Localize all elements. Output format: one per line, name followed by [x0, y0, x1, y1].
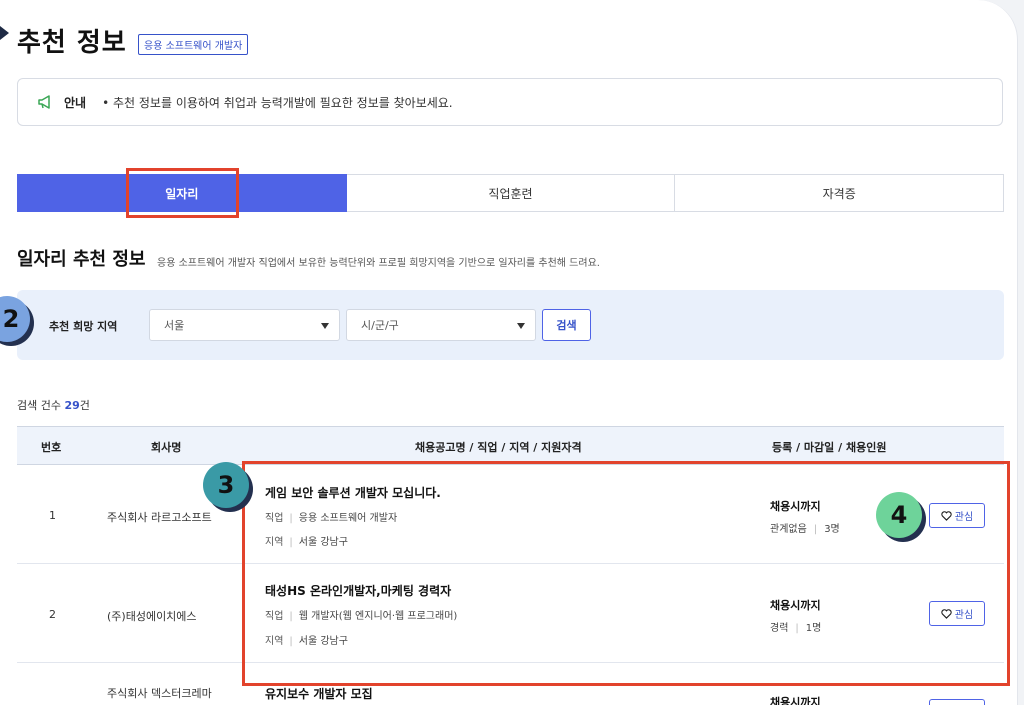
region-select[interactable]: 서울 [149, 309, 340, 341]
megaphone-icon [38, 95, 50, 109]
region-filter: 추천 희망 지역 서울 시/군/구 검색 [17, 290, 1004, 360]
row-number: 1 [49, 509, 56, 522]
notice-box: 안내 • 추천 정보를 이용하여 취업과 능력개발에 필요한 정보를 찾아보세요… [17, 78, 1003, 126]
row-number: 2 [49, 608, 56, 621]
job-posting-title[interactable]: 유지보수 개발자 모집 [265, 685, 373, 702]
step-marker-3: 3 [203, 462, 249, 508]
header-posting: 채용공고명 / 직업 / 지역 / 지원자격 [415, 441, 582, 454]
company-name[interactable]: (주)태성에이치에스 [107, 608, 197, 624]
district-select[interactable]: 시/군/구 [346, 309, 536, 341]
notice-text: • 추천 정보를 이용하여 취업과 능력개발에 필요한 정보를 찾아보세요. [102, 95, 453, 110]
header-dates: 등록 / 마감일 / 채용인원 [772, 441, 887, 454]
section-description: 응용 소프트웨어 개발자 직업에서 보유한 능력단위와 프로필 희망지역을 기반… [157, 258, 600, 269]
company-name[interactable]: 주식회사 라르고소프트 [107, 509, 212, 525]
header-company: 회사명 [151, 441, 182, 454]
step-marker-4: 4 [876, 492, 922, 538]
interest-button[interactable] [929, 699, 985, 705]
search-button[interactable]: 검색 [542, 309, 591, 341]
region-select-value: 서울 [164, 319, 185, 332]
district-select-value: 시/군/구 [361, 319, 399, 332]
dropdown-arrow-icon [321, 323, 329, 329]
tab-certificates[interactable]: 자격증 [675, 174, 1005, 212]
header-number: 번호 [41, 441, 62, 454]
deadline: 채용시까지 [770, 696, 821, 705]
tab-training[interactable]: 직업훈련 [346, 174, 676, 212]
jobs-tab-highlight [126, 168, 239, 218]
section-title: 일자리 추천 정보 [17, 249, 146, 270]
company-name[interactable]: 주식회사 덱스터크레마 [107, 685, 212, 701]
page-title: 추천 정보 [17, 28, 127, 58]
result-count: 검색 건수 29건 [17, 399, 90, 412]
title-pointer-icon [0, 26, 9, 40]
table-header: 번호 회사명 채용공고명 / 직업 / 지역 / 지원자격 등록 / 마감일 /… [17, 426, 1004, 465]
notice-label: 안내 [64, 95, 87, 110]
dropdown-arrow-icon [517, 323, 525, 329]
job-badge: 응용 소프트웨어 개발자 [138, 34, 249, 55]
filter-label: 추천 희망 지역 [49, 320, 118, 333]
